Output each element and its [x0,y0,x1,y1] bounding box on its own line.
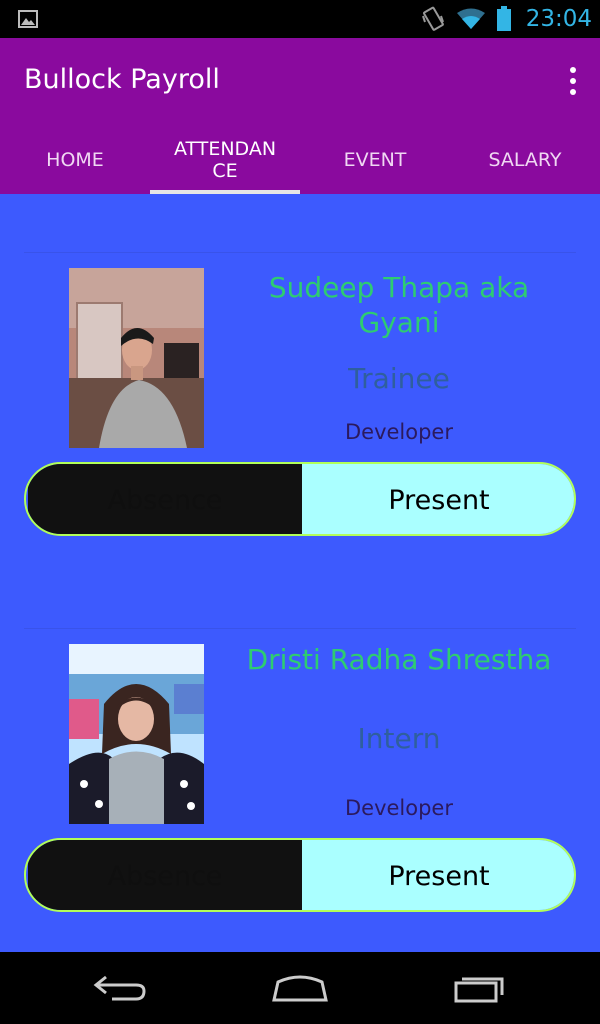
absence-button[interactable]: Absence [28,840,302,910]
back-button[interactable] [60,952,180,1024]
employee-department: Developer [344,420,453,444]
employee-card: Dristi Radha Shrestha Intern Developer A… [0,628,600,928]
card-divider [24,252,576,253]
back-icon [93,975,146,1001]
home-button[interactable] [240,952,360,1024]
status-bar: 23:04 [0,0,600,38]
tab-event-label: EVENT [343,149,407,171]
image-notification-icon [18,10,38,28]
card-divider [24,628,576,629]
recents-icon [454,977,504,1003]
attendance-toggle[interactable]: Absence Present [24,462,576,536]
employee-role: Trainee [348,362,450,395]
employee-name: Sudeep Thapa aka Gyani [268,271,530,339]
tab-salary-label: SALARY [488,149,562,171]
employee-card: Sudeep Thapa aka Gyani Trainee Developer… [0,252,600,552]
navigation-bar [0,952,600,1024]
employee-role: Intern [357,722,441,755]
attendance-list[interactable]: Sudeep Thapa aka Gyani Trainee Developer… [0,194,600,952]
tab-salary[interactable]: SALARY [450,126,600,194]
employee-department: Developer [344,796,453,820]
attendance-toggle[interactable]: Absence Present [24,838,576,912]
employee-photo [69,268,204,448]
present-button[interactable]: Present [302,840,574,910]
absence-button[interactable]: Absence [28,464,302,534]
tab-attendance-label: ATTENDAN CE [173,138,277,182]
home-icon [272,975,328,1002]
status-clock: 23:04 [525,6,592,32]
overflow-menu-icon[interactable] [558,66,588,96]
vibrate-icon [421,6,444,31]
tab-event[interactable]: EVENT [300,126,450,194]
present-button[interactable]: Present [302,464,574,534]
recents-button[interactable] [420,952,540,1024]
tab-attendance[interactable]: ATTENDAN CE [150,126,300,194]
tab-home-label: HOME [46,149,104,171]
employee-name: Dristi Radha Shrestha [246,643,552,676]
wifi-icon [456,8,485,29]
tab-home[interactable]: HOME [0,126,150,194]
app-title: Bullock Payroll [24,64,220,95]
tab-bar: HOME ATTENDAN CE EVENT SALARY [0,126,600,194]
employee-photo [69,644,204,824]
battery-icon [496,6,511,31]
